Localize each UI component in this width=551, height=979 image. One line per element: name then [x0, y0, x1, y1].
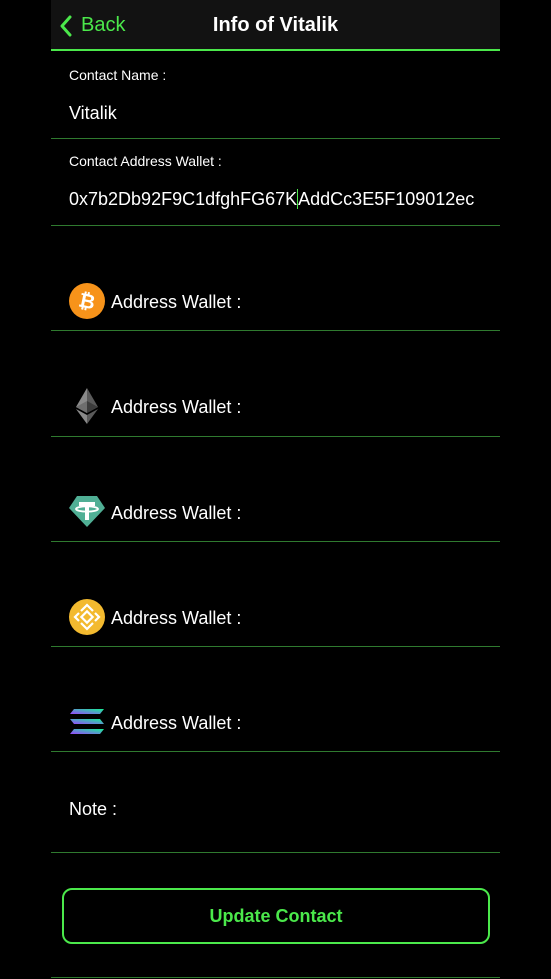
update-contact-button[interactable]: Update Contact: [62, 888, 490, 944]
solana-icon: [68, 703, 106, 741]
contact-name-label: Contact Name :: [69, 67, 167, 83]
contact-name-input[interactable]: Vitalik: [69, 103, 484, 124]
wallet-label-bnb: Address Wallet :: [111, 608, 242, 628]
contact-info-screen: Back Info of Vitalik Contact Name : Vita…: [0, 0, 551, 979]
back-button[interactable]: Back: [59, 0, 125, 51]
wallet-row-ethereum[interactable]: Address Wallet :: [51, 331, 500, 437]
wallet-label-bitcoin: Address Wallet :: [111, 292, 242, 312]
wallet-label-solana: Address Wallet :: [111, 713, 242, 733]
wallet-row-bnb[interactable]: Address Wallet :: [51, 542, 500, 647]
ethereum-icon: [68, 387, 106, 425]
wallet-row-bitcoin[interactable]: ₿ Address Wallet :: [51, 226, 500, 331]
wallet-row-tether[interactable]: Address Wallet :: [51, 437, 500, 542]
navigation-bar: Back Info of Vitalik: [51, 0, 500, 51]
address-text-after-cursor: AddCc3E5F109012ec: [298, 189, 475, 209]
content-column: Back Info of Vitalik Contact Name : Vita…: [51, 0, 500, 979]
contact-name-field: Contact Name : Vitalik: [51, 53, 500, 139]
contact-address-label: Contact Address Wallet :: [69, 153, 222, 169]
tether-icon: [68, 493, 106, 531]
chevron-left-icon: [59, 15, 81, 37]
bnb-icon: [68, 598, 106, 636]
note-field[interactable]: Note :: [51, 752, 500, 853]
bottom-divider: [51, 977, 500, 978]
wallet-label-tether: Address Wallet :: [111, 503, 242, 523]
note-label: Note :: [69, 799, 118, 819]
back-label: Back: [81, 14, 126, 36]
wallet-row-solana[interactable]: Address Wallet :: [51, 647, 500, 752]
wallet-label-ethereum: Address Wallet :: [111, 397, 242, 417]
bitcoin-icon: ₿: [68, 282, 106, 320]
contact-address-input[interactable]: 0x7b2Db92F9C1dfghFG67KAddCc3E5F109012ec: [69, 189, 484, 210]
contact-address-field: Contact Address Wallet : 0x7b2Db92F9C1df…: [51, 139, 500, 226]
address-text-before-cursor: 0x7b2Db92F9C1dfghFG67K: [69, 189, 298, 209]
